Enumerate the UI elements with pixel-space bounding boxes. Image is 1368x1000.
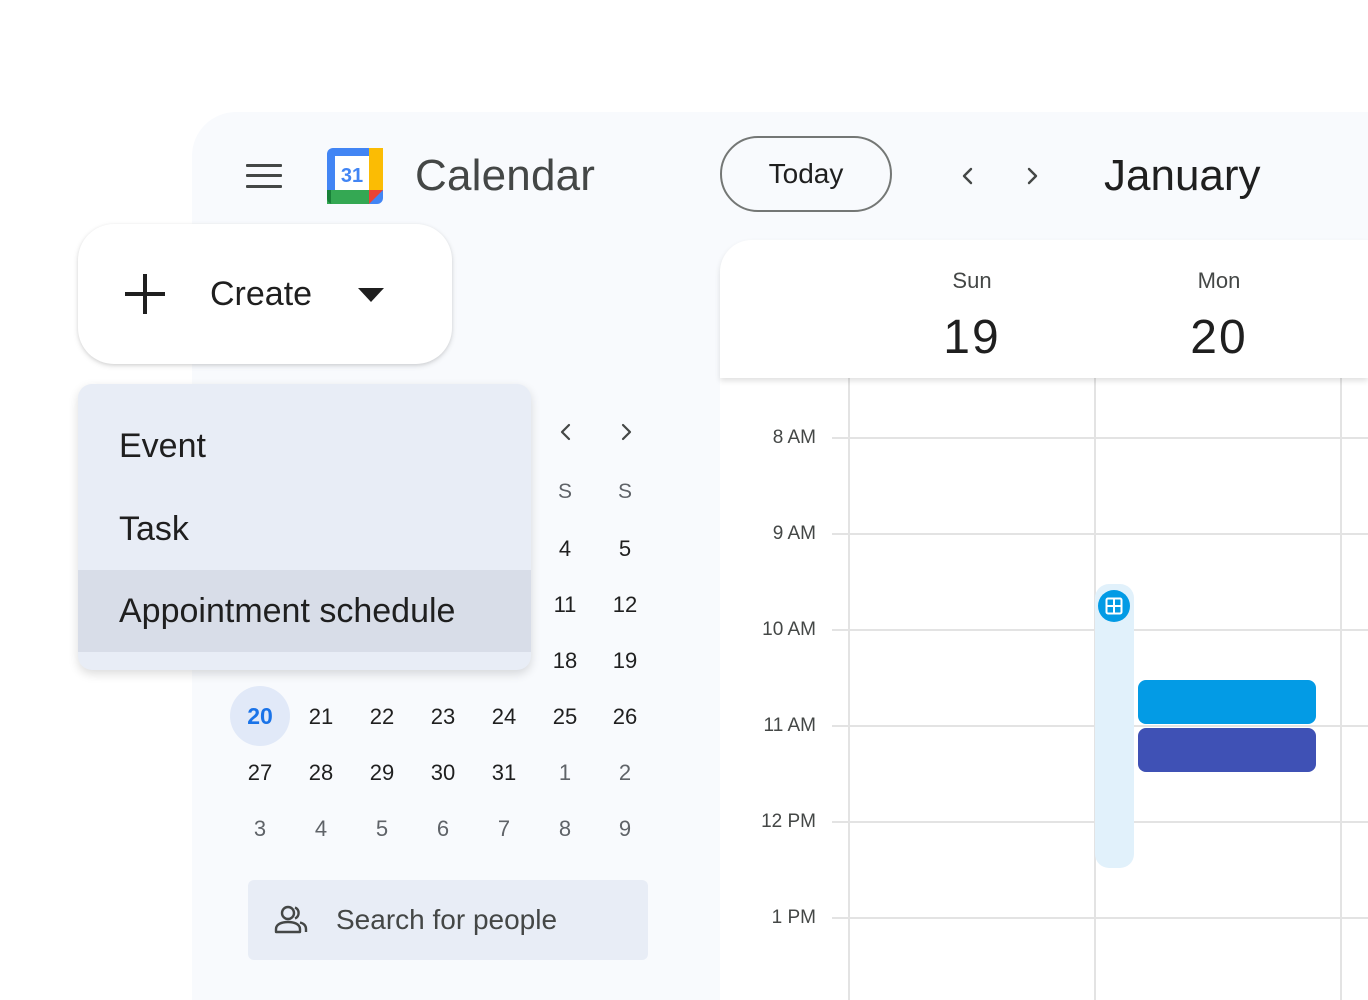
search-people-field[interactable]: Search for people bbox=[248, 880, 648, 960]
day-name: Mon bbox=[1197, 268, 1241, 293]
mini-calendar-day[interactable]: 5 bbox=[595, 536, 655, 562]
hamburger-icon bbox=[246, 164, 282, 188]
chevron-left-icon bbox=[962, 167, 973, 185]
calendar-logo-icon: 31 bbox=[327, 148, 383, 204]
people-icon bbox=[274, 905, 308, 934]
main-menu-button[interactable] bbox=[242, 152, 286, 200]
mini-calendar-day[interactable]: 4 bbox=[535, 536, 595, 562]
appointment-grid-icon bbox=[1098, 590, 1130, 622]
day-header-row: Sun 19 Mon 20 bbox=[720, 240, 1368, 378]
mini-calendar-day[interactable]: 12 bbox=[595, 592, 655, 618]
logo-number: 31 bbox=[341, 165, 363, 187]
mini-calendar-day[interactable]: 24 bbox=[474, 704, 534, 730]
mini-calendar-day[interactable]: 18 bbox=[535, 648, 595, 674]
mini-calendar-day-next-month[interactable]: 4 bbox=[291, 816, 351, 842]
day-column-sun[interactable]: Sun 19 bbox=[912, 240, 1032, 378]
mini-calendar-day-next-month[interactable]: 8 bbox=[535, 816, 595, 842]
mini-calendar-day[interactable]: 31 bbox=[474, 760, 534, 786]
day-name: Sun bbox=[952, 268, 992, 293]
mini-calendar-day[interactable]: 11 bbox=[535, 592, 595, 618]
mini-calendar-day-next-month[interactable]: 7 bbox=[474, 816, 534, 842]
mini-calendar-day[interactable]: 23 bbox=[413, 704, 473, 730]
grid-hour-line bbox=[832, 437, 1368, 439]
previous-period-button[interactable] bbox=[948, 156, 988, 196]
event-block[interactable] bbox=[1138, 728, 1316, 772]
mini-calendar-day[interactable]: 29 bbox=[352, 760, 412, 786]
mini-calendar-day[interactable]: 22 bbox=[352, 704, 412, 730]
appointment-schedule-block[interactable] bbox=[1095, 584, 1134, 868]
mini-calendar-day[interactable]: 27 bbox=[230, 760, 290, 786]
grid-vertical-line bbox=[848, 378, 850, 1000]
mini-calendar-today[interactable]: 20 bbox=[230, 686, 290, 746]
mini-calendar-next-button[interactable] bbox=[608, 414, 644, 450]
event-block[interactable] bbox=[1138, 680, 1316, 724]
plus-icon bbox=[125, 274, 165, 314]
mini-calendar-day-next-month[interactable]: 1 bbox=[535, 760, 595, 786]
mini-calendar-weekday: S bbox=[617, 480, 632, 503]
caret-down-icon[interactable] bbox=[358, 288, 384, 302]
time-label: 11 AM bbox=[763, 715, 816, 736]
menu-item-appointment-schedule[interactable]: Appointment schedule bbox=[78, 570, 531, 652]
time-label: 12 PM bbox=[761, 811, 816, 832]
mini-calendar-day[interactable]: 30 bbox=[413, 760, 473, 786]
mini-calendar-day-next-month[interactable]: 5 bbox=[352, 816, 412, 842]
create-label: Create bbox=[210, 275, 313, 313]
day-number[interactable]: 20 bbox=[1159, 310, 1279, 365]
create-dropdown-menu: Event Task Appointment schedule bbox=[78, 384, 531, 670]
mini-calendar-prev-button[interactable] bbox=[548, 414, 584, 450]
menu-item-task[interactable]: Task bbox=[78, 488, 531, 570]
mini-calendar-day[interactable]: 25 bbox=[535, 704, 595, 730]
mini-calendar-weekday: S bbox=[557, 480, 572, 503]
today-button[interactable]: Today bbox=[720, 136, 892, 212]
mini-calendar-day[interactable]: 21 bbox=[291, 704, 351, 730]
search-people-placeholder: Search for people bbox=[336, 904, 558, 935]
mini-calendar-day-next-month[interactable]: 3 bbox=[230, 816, 290, 842]
time-label: 9 AM bbox=[772, 523, 816, 544]
grid-vertical-line bbox=[1340, 378, 1342, 1000]
time-label: 10 AM bbox=[762, 619, 816, 640]
mini-calendar-day[interactable]: 19 bbox=[595, 648, 655, 674]
mini-calendar-day[interactable]: 28 bbox=[291, 760, 351, 786]
chevron-right-icon bbox=[621, 423, 632, 441]
app-title: Calendar bbox=[415, 151, 596, 200]
chevron-right-icon bbox=[1027, 167, 1038, 185]
grid-hour-line bbox=[832, 917, 1368, 919]
next-period-button[interactable] bbox=[1012, 156, 1052, 196]
time-label: 8 AM bbox=[772, 427, 816, 448]
mini-calendar-day-next-month[interactable]: 6 bbox=[413, 816, 473, 842]
menu-item-event[interactable]: Event bbox=[78, 405, 531, 487]
mini-calendar-day-next-month[interactable]: 9 bbox=[595, 816, 655, 842]
grid-hour-line bbox=[832, 533, 1368, 535]
mini-calendar-day[interactable]: 26 bbox=[595, 704, 655, 730]
create-button[interactable]: Create bbox=[78, 224, 452, 364]
day-column-mon[interactable]: Mon 20 bbox=[1159, 240, 1279, 378]
chevron-left-icon bbox=[560, 423, 571, 441]
time-label: 1 PM bbox=[771, 907, 816, 928]
day-number[interactable]: 19 bbox=[912, 310, 1032, 365]
mini-calendar-day-next-month[interactable]: 2 bbox=[595, 760, 655, 786]
month-title: January bbox=[1104, 151, 1261, 200]
